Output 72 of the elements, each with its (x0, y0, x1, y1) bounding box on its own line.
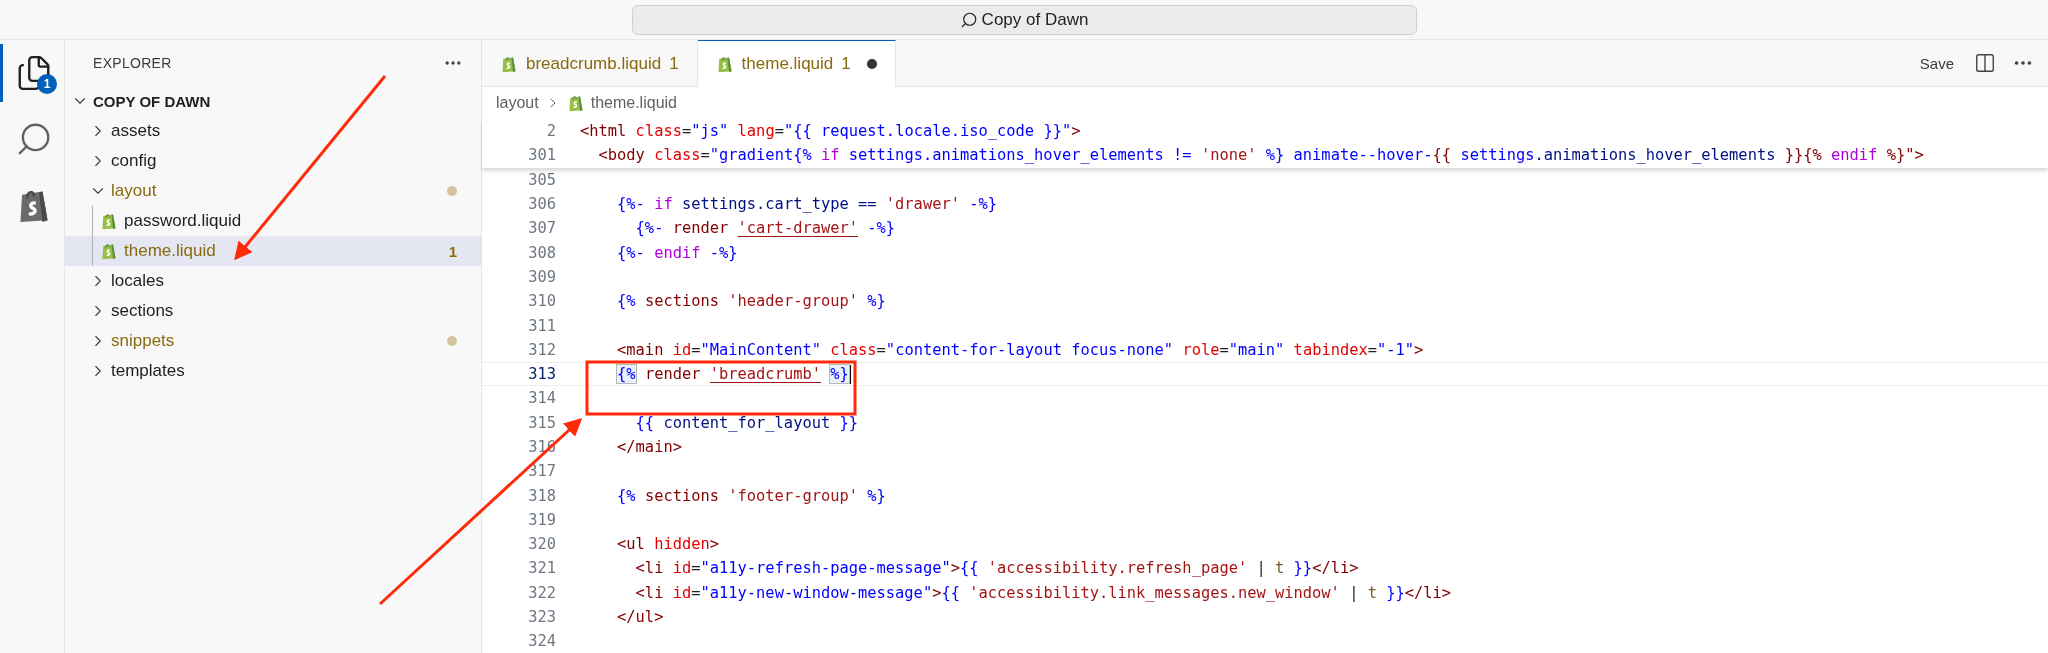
line-number: 323 (527, 608, 556, 627)
file-item[interactable]: theme.liquid 1 (65, 236, 481, 266)
folder-item[interactable]: assets (65, 116, 481, 146)
code-line: <main id="MainContent" class="content-for-layout focus-none" role="main" tabindex="-1"> (616, 340, 1424, 359)
code-line: {{ content_for_layout }} (634, 413, 858, 432)
code-line: <body class="gradient{% if settings.animations_hover_elements != 'none' %} animate--hover-{{ settings.animations_hover_elements }}{% endif %}"> (597, 146, 1924, 165)
line-number: 320 (527, 535, 556, 554)
code-line: <li id="a11y-refresh-page-message">{{ 'accessibility.refresh_page' | t }}</li> (634, 559, 1359, 578)
line-number: 2 (545, 122, 556, 141)
folder-item[interactable]: sections (65, 296, 481, 326)
modified-dot (447, 336, 457, 346)
item-label: snippets (111, 331, 175, 351)
folder-item[interactable]: layout (65, 176, 481, 206)
line-number: 324 (527, 632, 556, 651)
folder-item[interactable]: config (65, 146, 481, 176)
workspace-root[interactable]: COPY OF DAWN (65, 86, 481, 116)
line-number: 310 (527, 292, 556, 311)
item-label: password.liquid (124, 211, 242, 231)
line-number: 311 (527, 316, 556, 335)
code-line: <ul hidden> (616, 535, 720, 554)
item-label: config (111, 151, 157, 171)
line-number: 307 (527, 219, 556, 238)
notification-badge: 1 (37, 74, 57, 94)
code-line: {%- render 'cart-drawer' -%} (634, 219, 896, 238)
line-number: 318 (527, 486, 556, 505)
breadcrumb-item[interactable]: theme.liquid (590, 94, 677, 112)
line-number: 305 (527, 170, 556, 189)
item-label: templates (111, 361, 185, 381)
editor-tab[interactable]: theme.liquid 1 (697, 40, 896, 87)
code-line: <li id="a11y-new-window-message">{{ 'accessibility.link_messages.new_window' | t }}</li> (634, 583, 1452, 602)
line-number: 321 (527, 559, 556, 578)
split-editor-icon[interactable] (1974, 52, 1996, 74)
liquid-file-icon (500, 54, 518, 73)
search-text: Copy of Dawn (981, 9, 1089, 30)
code-line: {% sections 'footer-group' %} (616, 486, 886, 505)
line-number: 319 (527, 510, 556, 529)
liquid-file-icon (100, 242, 118, 260)
item-label: theme.liquid (124, 241, 216, 261)
breadcrumb-item[interactable]: layout (496, 94, 539, 112)
code-line: <html class="js" lang="{{ request.locale.iso_code }}"> (580, 122, 1081, 141)
folder-item[interactable]: snippets (65, 326, 481, 356)
liquid-file-icon (100, 212, 118, 230)
item-label: locales (111, 271, 164, 291)
line-number: 306 (527, 195, 556, 214)
line-number: 322 (527, 583, 556, 602)
code-line: {% sections 'header-group' %} (616, 292, 886, 311)
item-label: layout (111, 181, 157, 201)
folder-item[interactable]: locales (65, 266, 481, 296)
line-number: 312 (527, 340, 556, 359)
line-number: 313 (527, 365, 556, 384)
item-label: sections (111, 301, 174, 321)
workspace-label: COPY OF DAWN (93, 92, 211, 110)
folder-item[interactable]: templates (65, 356, 481, 386)
line-number: 315 (527, 413, 556, 432)
line-number: 308 (527, 243, 556, 262)
liquid-file-icon (566, 94, 585, 112)
search-icon (959, 10, 978, 29)
code-line: </ul> (616, 608, 664, 627)
code-line: {%- if settings.cart_type == 'drawer' -%} (616, 195, 998, 214)
code-line: {%- endif -%} (616, 243, 738, 262)
item-label: assets (111, 121, 161, 141)
explorer-title: EXPLORER (93, 55, 172, 71)
line-number: 301 (527, 146, 556, 165)
problem-count: 1 (448, 242, 457, 260)
liquid-file-icon (715, 55, 734, 73)
command-search-field[interactable]: Copy of Dawn (631, 4, 1417, 35)
line-number: 314 (527, 389, 556, 408)
save-button[interactable]: Save (1915, 52, 1958, 74)
modified-dot (447, 186, 457, 196)
code-line: </main> (616, 438, 682, 456)
code-line: {% render 'breadcrumb' %} (616, 364, 851, 384)
line-number: 309 (527, 267, 556, 286)
